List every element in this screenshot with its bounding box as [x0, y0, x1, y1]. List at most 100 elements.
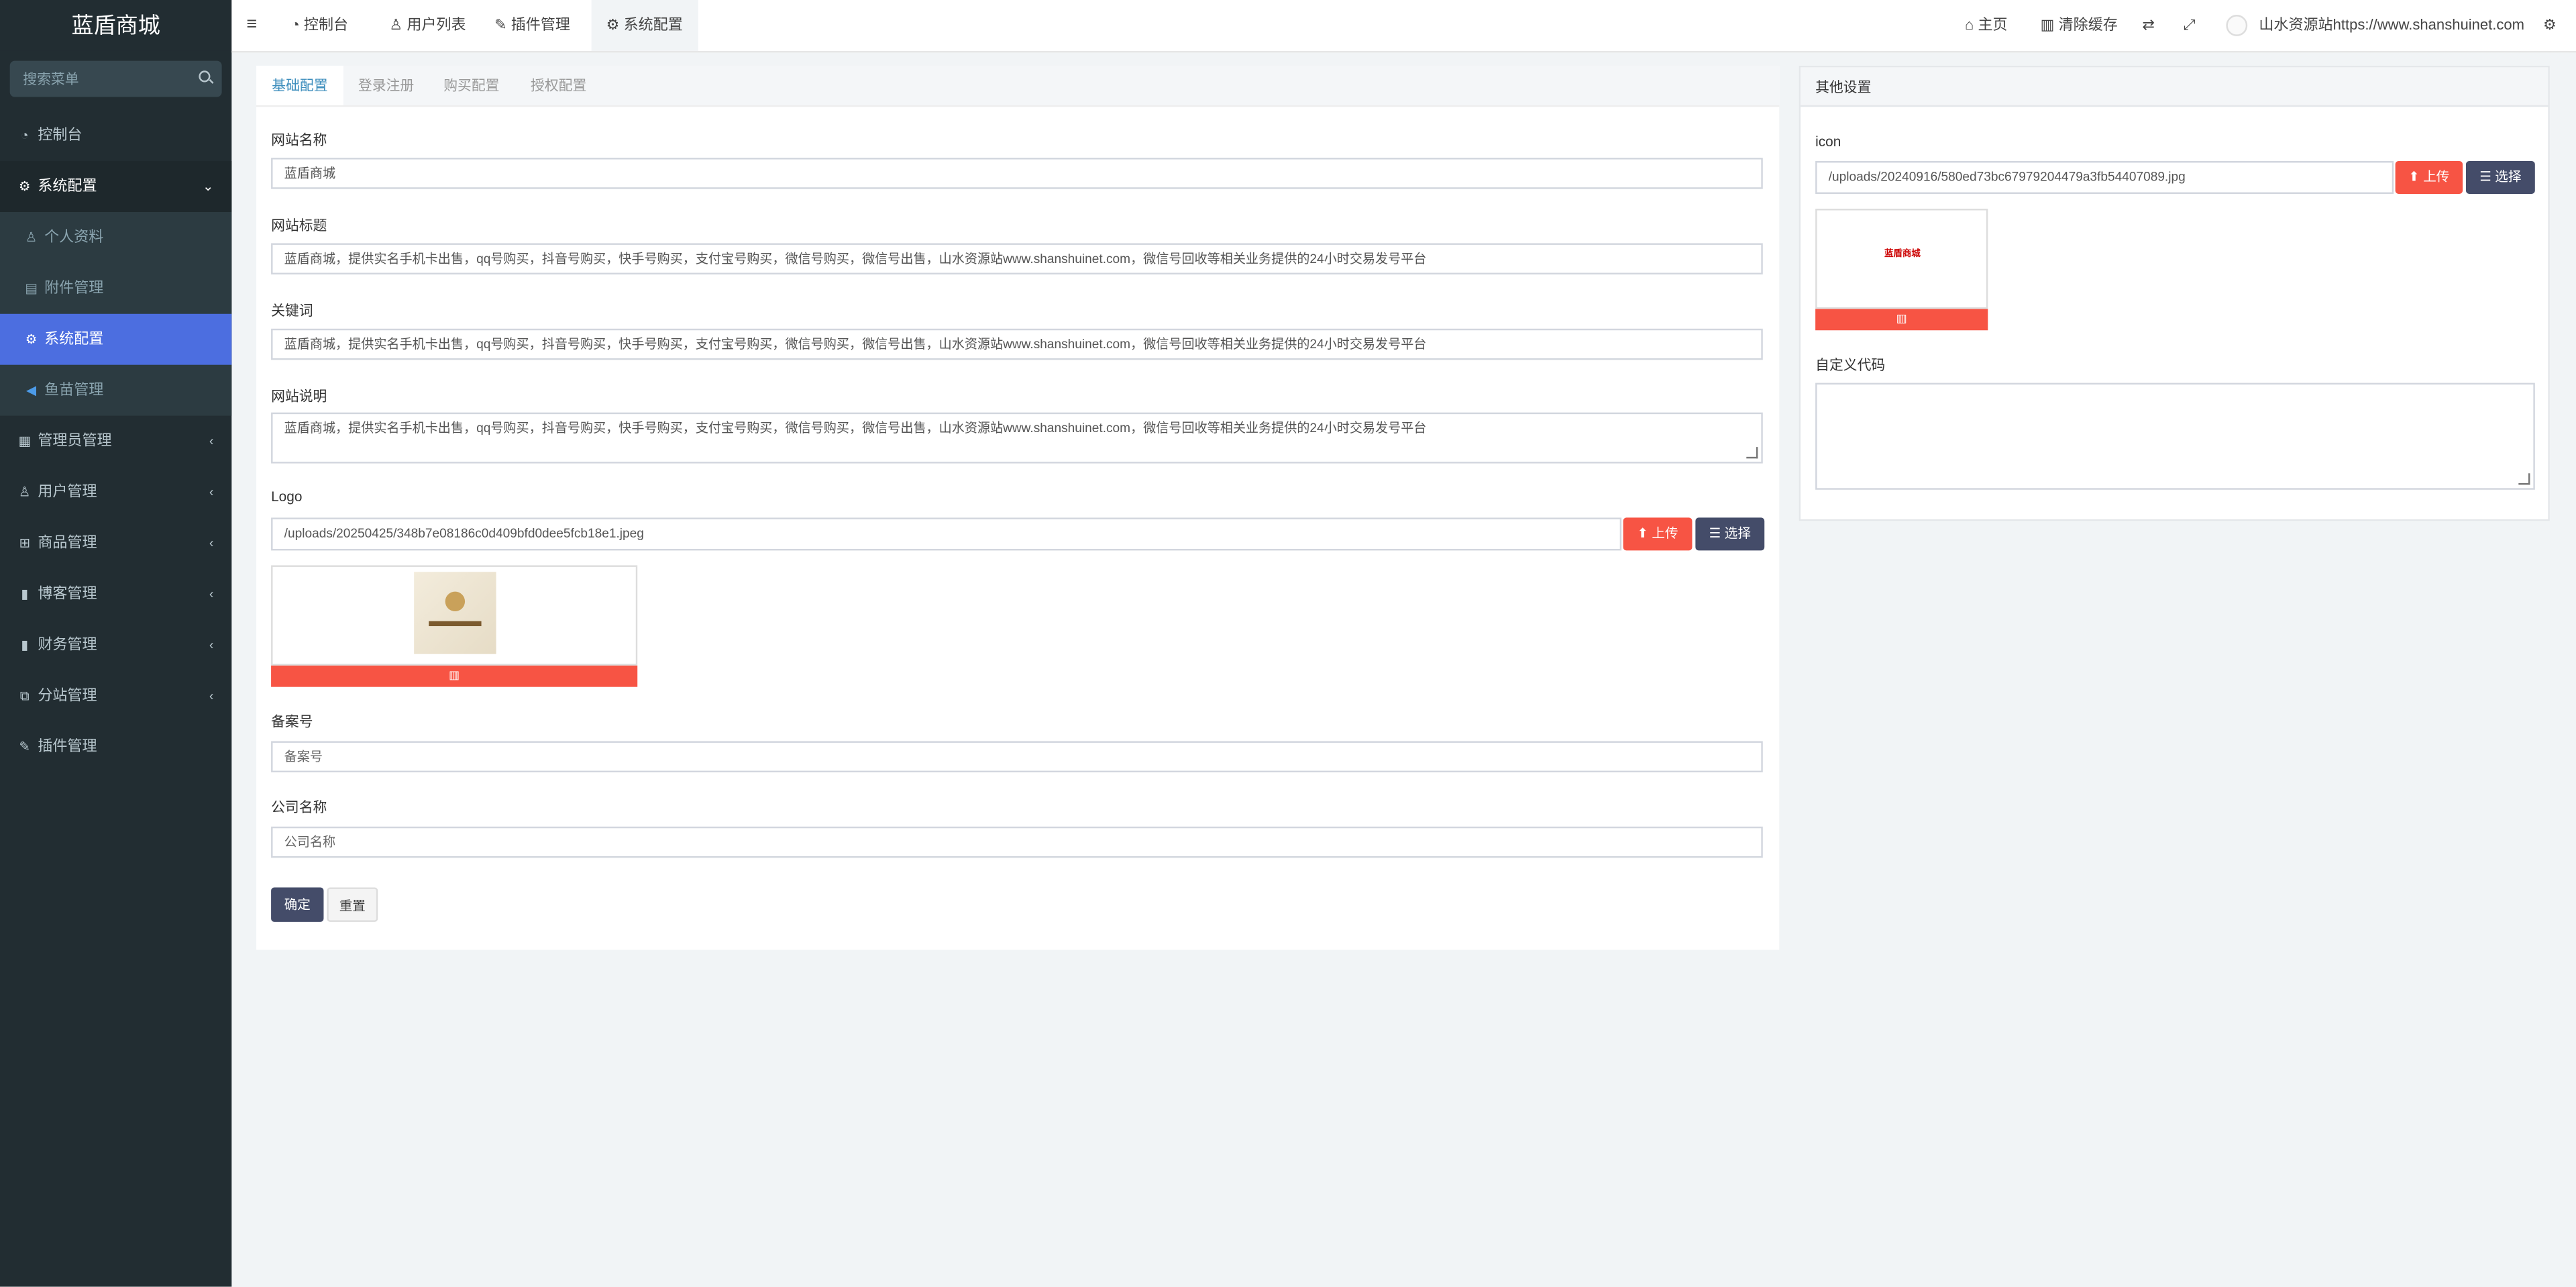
description-textarea[interactable]: 蓝盾商城，提供实名手机卡出售，qq号购买，抖音号购买，快手号购买，支付宝号购买，…	[271, 412, 1763, 464]
company-input[interactable]: 公司名称	[271, 826, 1763, 858]
list-icon: ☰	[2479, 169, 2496, 185]
site-name-input[interactable]: 蓝盾商城	[271, 158, 1763, 189]
confirm-button[interactable]: 确定	[271, 887, 324, 922]
sidebar-item-label: 插件管理	[38, 737, 97, 755]
logo-path-input[interactable]: /uploads/20250425/348b7e08186c0d409bfd0d…	[271, 517, 1622, 551]
resize-handle[interactable]	[1746, 447, 1758, 459]
custom-code-label: 自定义代码	[1815, 356, 1886, 373]
language-icon[interactable]: ⇄	[2142, 0, 2154, 51]
tab-label: 用户列表	[407, 16, 466, 33]
user-menu[interactable]: 山水资源站https://www.shanshuinet.com	[2226, 0, 2524, 51]
sidebar-search	[9, 60, 222, 97]
tab-plugins[interactable]: ✎ 插件管理	[494, 0, 570, 51]
grid-icon: ▦	[18, 433, 31, 449]
sidebar-item-substations[interactable]: ⧉ 分站管理 ‹	[0, 670, 231, 721]
sidebar-item-label: 财务管理	[38, 635, 97, 653]
site-title-input[interactable]: 蓝盾商城，提供实名手机卡出售，qq号购买，抖音号购买，快手号购买，支付宝号购买，…	[271, 243, 1763, 274]
icon-image[interactable]: 蓝盾商城	[1876, 243, 1929, 266]
logo-upload-button[interactable]: ⬆ 上传	[1623, 517, 1693, 551]
sidebar-item-label: 分站管理	[38, 686, 97, 704]
sidebar-item-label: 管理员管理	[38, 432, 112, 449]
trash-icon: ▥	[2040, 16, 2059, 33]
gear-icon: ⚙	[25, 331, 38, 347]
top-navbar: ≡ ◔ 控制台 ♙ 用户列表 ✎ 插件管理 ⚙ 系统配置 ⌂ 主页 ▥ 清除缓存…	[231, 0, 2576, 53]
home-label: 主页	[1978, 16, 2008, 33]
menu-toggle-icon[interactable]: ≡	[246, 0, 257, 51]
menu-search-input[interactable]	[9, 60, 222, 97]
choose-label: 选择	[2495, 169, 2522, 185]
sidebar-item-profile[interactable]: ♙ 个人资料	[0, 212, 231, 263]
company-label: 公司名称	[271, 799, 327, 815]
config-tabs: 基础配置 登录注册 购买配置 授权配置	[256, 65, 1780, 107]
sidebar-item-system-config-current[interactable]: ⚙ 系统配置	[0, 313, 232, 365]
tab-login-register[interactable]: 登录注册	[358, 66, 414, 105]
plug-icon: ✎	[19, 739, 30, 755]
icon-upload-button[interactable]: ⬆ 上传	[2395, 161, 2463, 194]
company-placeholder: 公司名称	[284, 835, 336, 850]
sidebar-item-label: 系统配置	[38, 177, 97, 194]
sidebar-item-system-config[interactable]: ⚙ 系统配置 ⌄	[0, 161, 232, 212]
logo-emblem-icon	[445, 591, 466, 612]
sidebar-item-blog[interactable]: ▮ 博客管理 ‹	[0, 568, 231, 619]
chevron-down-icon: ⌄	[202, 178, 214, 194]
tab-system-config[interactable]: ⚙ 系统配置	[591, 0, 698, 51]
site-name-label: 网站名称	[271, 131, 327, 148]
sidebar-item-admin[interactable]: ▦ 管理员管理 ‹	[0, 416, 231, 467]
sidebar-item-products[interactable]: ⊞ 商品管理 ‹	[0, 517, 231, 568]
site-title-label: 网站标题	[271, 217, 327, 234]
brand-title[interactable]: 蓝盾商城	[0, 0, 232, 51]
tab-basic-config[interactable]: 基础配置	[256, 65, 343, 105]
upload-icon: ⬆	[2408, 169, 2424, 185]
tab-license-config[interactable]: 授权配置	[531, 66, 586, 105]
icon-choose-button[interactable]: ☰ 选择	[2465, 161, 2535, 194]
search-icon[interactable]	[199, 70, 211, 83]
gear-icon: ⚙	[606, 16, 624, 33]
sidebar-item-plugins[interactable]: ✎ 插件管理	[0, 721, 231, 772]
dashboard-icon: ◔	[290, 16, 304, 33]
sidebar-item-label: 控制台	[38, 126, 83, 144]
list-icon: ☰	[1709, 525, 1725, 541]
other-settings-title: 其他设置	[1815, 79, 1872, 96]
sidebar-item-fish[interactable]: ◀ 鱼苗管理	[0, 365, 231, 416]
sidebar-item-users[interactable]: ♙ 用户管理 ‹	[0, 467, 231, 518]
logo-delete-button[interactable]: ▥	[271, 665, 638, 687]
icon-label: icon	[1815, 133, 1841, 150]
sidebar-item-label: 鱼苗管理	[44, 381, 104, 398]
resize-handle[interactable]	[2518, 473, 2530, 485]
tab-purchase-config[interactable]: 购买配置	[443, 66, 499, 105]
basic-config-panel	[256, 65, 1780, 950]
chevron-left-icon: ‹	[209, 637, 214, 653]
sidebar-item-attachments[interactable]: ▤ 附件管理	[0, 263, 231, 314]
other-settings-header: 其他设置	[1801, 67, 2548, 107]
tab-dashboard[interactable]: ◔ 控制台	[290, 0, 348, 51]
icon-path-input[interactable]: /uploads/20240916/580ed73bc67979204479a3…	[1815, 161, 2394, 194]
chevron-left-icon: ‹	[209, 433, 214, 449]
chevron-left-icon: ‹	[209, 688, 214, 704]
plug-icon: ✎	[494, 16, 511, 33]
logo-image[interactable]	[414, 572, 496, 654]
chevron-left-icon: ‹	[209, 484, 214, 500]
beian-input[interactable]: 备案号	[271, 741, 1763, 773]
sidebar-item-finance[interactable]: ▮ 财务管理 ‹	[0, 619, 231, 670]
sidebar-item-dashboard[interactable]: ◔ 控制台	[0, 110, 231, 161]
logo-choose-button[interactable]: ☰ 选择	[1695, 517, 1765, 551]
reset-button[interactable]: 重置	[327, 887, 378, 922]
settings-icon[interactable]: ⚙	[2543, 0, 2557, 51]
fullscreen-icon[interactable]: ⤢	[2184, 0, 2196, 51]
custom-code-textarea[interactable]	[1815, 382, 2535, 490]
keywords-input[interactable]: 蓝盾商城，提供实名手机卡出售，qq号购买，抖音号购买，快手号购买，支付宝号购买，…	[271, 328, 1763, 360]
beian-placeholder: 备案号	[284, 749, 323, 764]
trash-icon: ▥	[1896, 313, 1907, 325]
chevron-left-icon: ‹	[209, 586, 214, 602]
tab-label: 系统配置	[623, 16, 683, 33]
upload-label: 上传	[2423, 169, 2450, 185]
beian-label: 备案号	[271, 713, 313, 730]
clear-cache-button[interactable]: ▥ 清除缓存	[2041, 0, 2118, 51]
tab-label: 控制台	[303, 16, 349, 33]
icon-delete-button[interactable]: ▥	[1815, 309, 1988, 331]
home-link[interactable]: ⌂ 主页	[1965, 0, 2008, 51]
tab-user-list[interactable]: ♙ 用户列表	[389, 0, 466, 51]
chevron-left-icon: ‹	[209, 535, 214, 551]
tab-label: 插件管理	[511, 16, 570, 33]
icon-preview-text: 蓝盾商城	[1884, 250, 1921, 260]
